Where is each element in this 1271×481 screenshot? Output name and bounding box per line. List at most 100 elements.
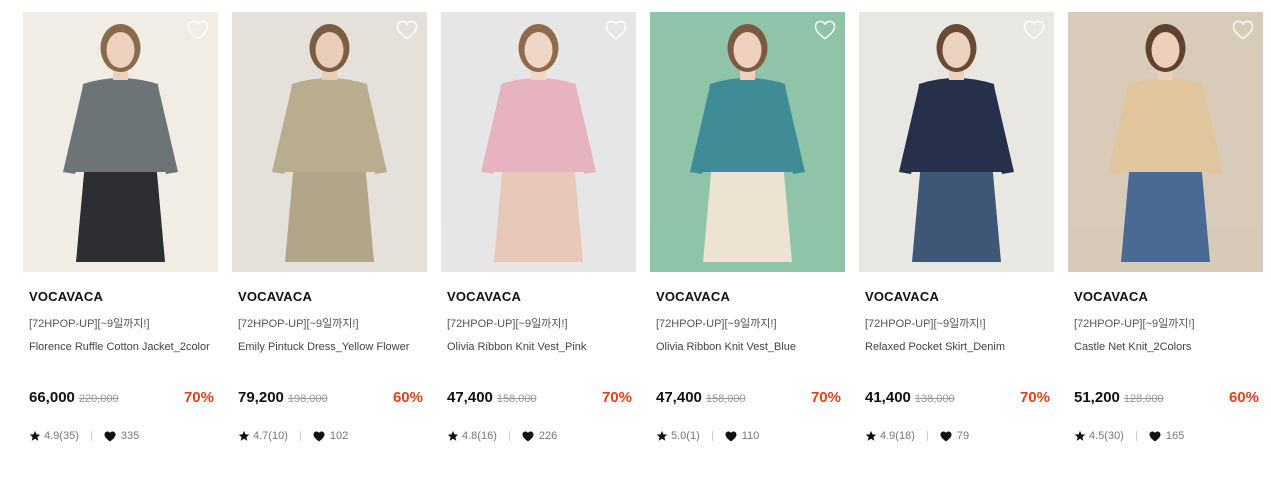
wishlist-heart-icon[interactable] [1023, 20, 1045, 40]
brand-name[interactable]: VOCAVACA [656, 289, 730, 304]
heart-filled-icon [522, 431, 534, 441]
like-count: 110 [741, 430, 760, 442]
product-image[interactable] [441, 12, 636, 272]
sale-price: 47,400 [447, 389, 493, 406]
rating-text: 4.9(35) [44, 430, 79, 442]
sale-price: 51,200 [1074, 389, 1120, 406]
sale-price: 79,200 [238, 389, 284, 406]
product-photo [232, 12, 427, 272]
review-meta: 4.9(35) 335 [29, 430, 139, 442]
rating-text: 5.0(1) [671, 430, 700, 442]
brand-name[interactable]: VOCAVACA [238, 289, 312, 304]
discount-rate: 60% [1228, 389, 1259, 406]
star-icon [865, 430, 877, 441]
wishlist-heart-icon[interactable] [396, 20, 418, 40]
brand-name[interactable]: VOCAVACA [1074, 289, 1148, 304]
review-meta: 4.7(10) 102 [238, 430, 348, 442]
star-icon [656, 430, 668, 441]
review-meta: 4.9(18) 79 [865, 430, 969, 442]
like-count: 102 [329, 430, 349, 442]
product-image[interactable] [232, 12, 427, 272]
heart-filled-icon [313, 431, 325, 441]
wishlist-heart-icon[interactable] [605, 20, 627, 40]
promo-text: [72HPOP-UP][~9일까지!] [447, 318, 568, 330]
star-icon [1074, 430, 1086, 441]
original-price: 198,000 [287, 393, 328, 405]
sale-price: 47,400 [656, 389, 702, 406]
product-card[interactable]: VOCAVACA [72HPOP-UP][~9일까지!] Relaxed Poc… [859, 12, 1054, 442]
star-icon [29, 430, 41, 441]
product-card[interactable]: VOCAVACA [72HPOP-UP][~9일까지!] Castle Net … [1068, 12, 1263, 442]
promo-text: [72HPOP-UP][~9일까지!] [238, 318, 359, 330]
price-row: 66,000 220,000 70% [29, 389, 214, 409]
star-icon [238, 430, 250, 441]
product-image[interactable] [23, 12, 218, 272]
review-meta: 4.8(16) 226 [447, 430, 557, 442]
product-image[interactable] [1068, 12, 1263, 272]
brand-name[interactable]: VOCAVACA [865, 289, 939, 304]
wishlist-heart-icon[interactable] [1232, 20, 1254, 40]
brand-name[interactable]: VOCAVACA [29, 289, 103, 304]
product-photo [23, 12, 218, 272]
divider [508, 431, 510, 441]
product-name[interactable]: Florence Ruffle Cotton Jacket_2color [29, 339, 217, 355]
heart-filled-icon [725, 431, 737, 441]
product-photo [441, 12, 636, 272]
price-row: 51,200 128,000 60% [1074, 389, 1259, 409]
product-photo [1068, 12, 1263, 272]
product-card[interactable]: VOCAVACA [72HPOP-UP][~9일까지!] Olivia Ribb… [650, 12, 845, 442]
discount-rate: 70% [1019, 389, 1050, 406]
discount-rate: 70% [601, 389, 632, 406]
rating-text: 4.8(16) [462, 430, 497, 442]
heart-filled-icon [1149, 431, 1161, 441]
product-image[interactable] [650, 12, 845, 272]
product-card[interactable]: VOCAVACA [72HPOP-UP][~9일까지!] Florence Ru… [23, 12, 218, 442]
product-image[interactable] [859, 12, 1054, 272]
review-meta: 5.0(1) 110 [656, 430, 759, 442]
discount-rate: 70% [183, 389, 214, 406]
heart-filled-icon [940, 431, 952, 441]
price-row: 79,200 198,000 60% [238, 389, 423, 409]
divider [1135, 431, 1137, 441]
promo-text: [72HPOP-UP][~9일까지!] [1074, 318, 1195, 330]
product-name[interactable]: Olivia Ribbon Knit Vest_Blue [656, 339, 844, 355]
product-name[interactable]: Castle Net Knit_2Colors [1074, 339, 1262, 355]
discount-rate: 60% [392, 389, 423, 406]
brand-name[interactable]: VOCAVACA [447, 289, 521, 304]
rating-text: 4.7(10) [253, 430, 288, 442]
product-card[interactable]: VOCAVACA [72HPOP-UP][~9일까지!] Emily Pintu… [232, 12, 427, 442]
like-count: 79 [956, 430, 970, 442]
product-name[interactable]: Relaxed Pocket Skirt_Denim [865, 339, 1053, 355]
original-price: 138,000 [914, 393, 955, 405]
original-price: 158,000 [496, 393, 537, 405]
sale-price: 41,400 [865, 389, 911, 406]
product-photo [650, 12, 845, 272]
rating-text: 4.9(18) [880, 430, 915, 442]
star-icon [447, 430, 459, 441]
divider [711, 431, 713, 441]
product-card[interactable]: VOCAVACA [72HPOP-UP][~9일까지!] Olivia Ribb… [441, 12, 636, 442]
rating-text: 4.5(30) [1089, 430, 1124, 442]
product-grid: VOCAVACA [72HPOP-UP][~9일까지!] Florence Ru… [0, 0, 1271, 481]
sale-price: 66,000 [29, 389, 75, 406]
heart-filled-icon [104, 431, 116, 441]
divider [90, 431, 92, 441]
product-photo [859, 12, 1054, 272]
divider [299, 431, 301, 441]
wishlist-heart-icon[interactable] [814, 20, 836, 40]
product-name[interactable]: Emily Pintuck Dress_Yellow Flower [238, 339, 426, 355]
price-row: 41,400 138,000 70% [865, 389, 1050, 409]
promo-text: [72HPOP-UP][~9일까지!] [865, 318, 986, 330]
like-count: 226 [538, 430, 558, 442]
original-price: 128,000 [1123, 393, 1164, 405]
price-row: 47,400 158,000 70% [656, 389, 841, 409]
original-price: 158,000 [705, 393, 746, 405]
wishlist-heart-icon[interactable] [187, 20, 209, 40]
price-row: 47,400 158,000 70% [447, 389, 632, 409]
product-name[interactable]: Olivia Ribbon Knit Vest_Pink [447, 339, 635, 355]
review-meta: 4.5(30) 165 [1074, 430, 1184, 442]
promo-text: [72HPOP-UP][~9일까지!] [29, 318, 150, 330]
discount-rate: 70% [810, 389, 841, 406]
promo-text: [72HPOP-UP][~9일까지!] [656, 318, 777, 330]
divider [926, 431, 928, 441]
